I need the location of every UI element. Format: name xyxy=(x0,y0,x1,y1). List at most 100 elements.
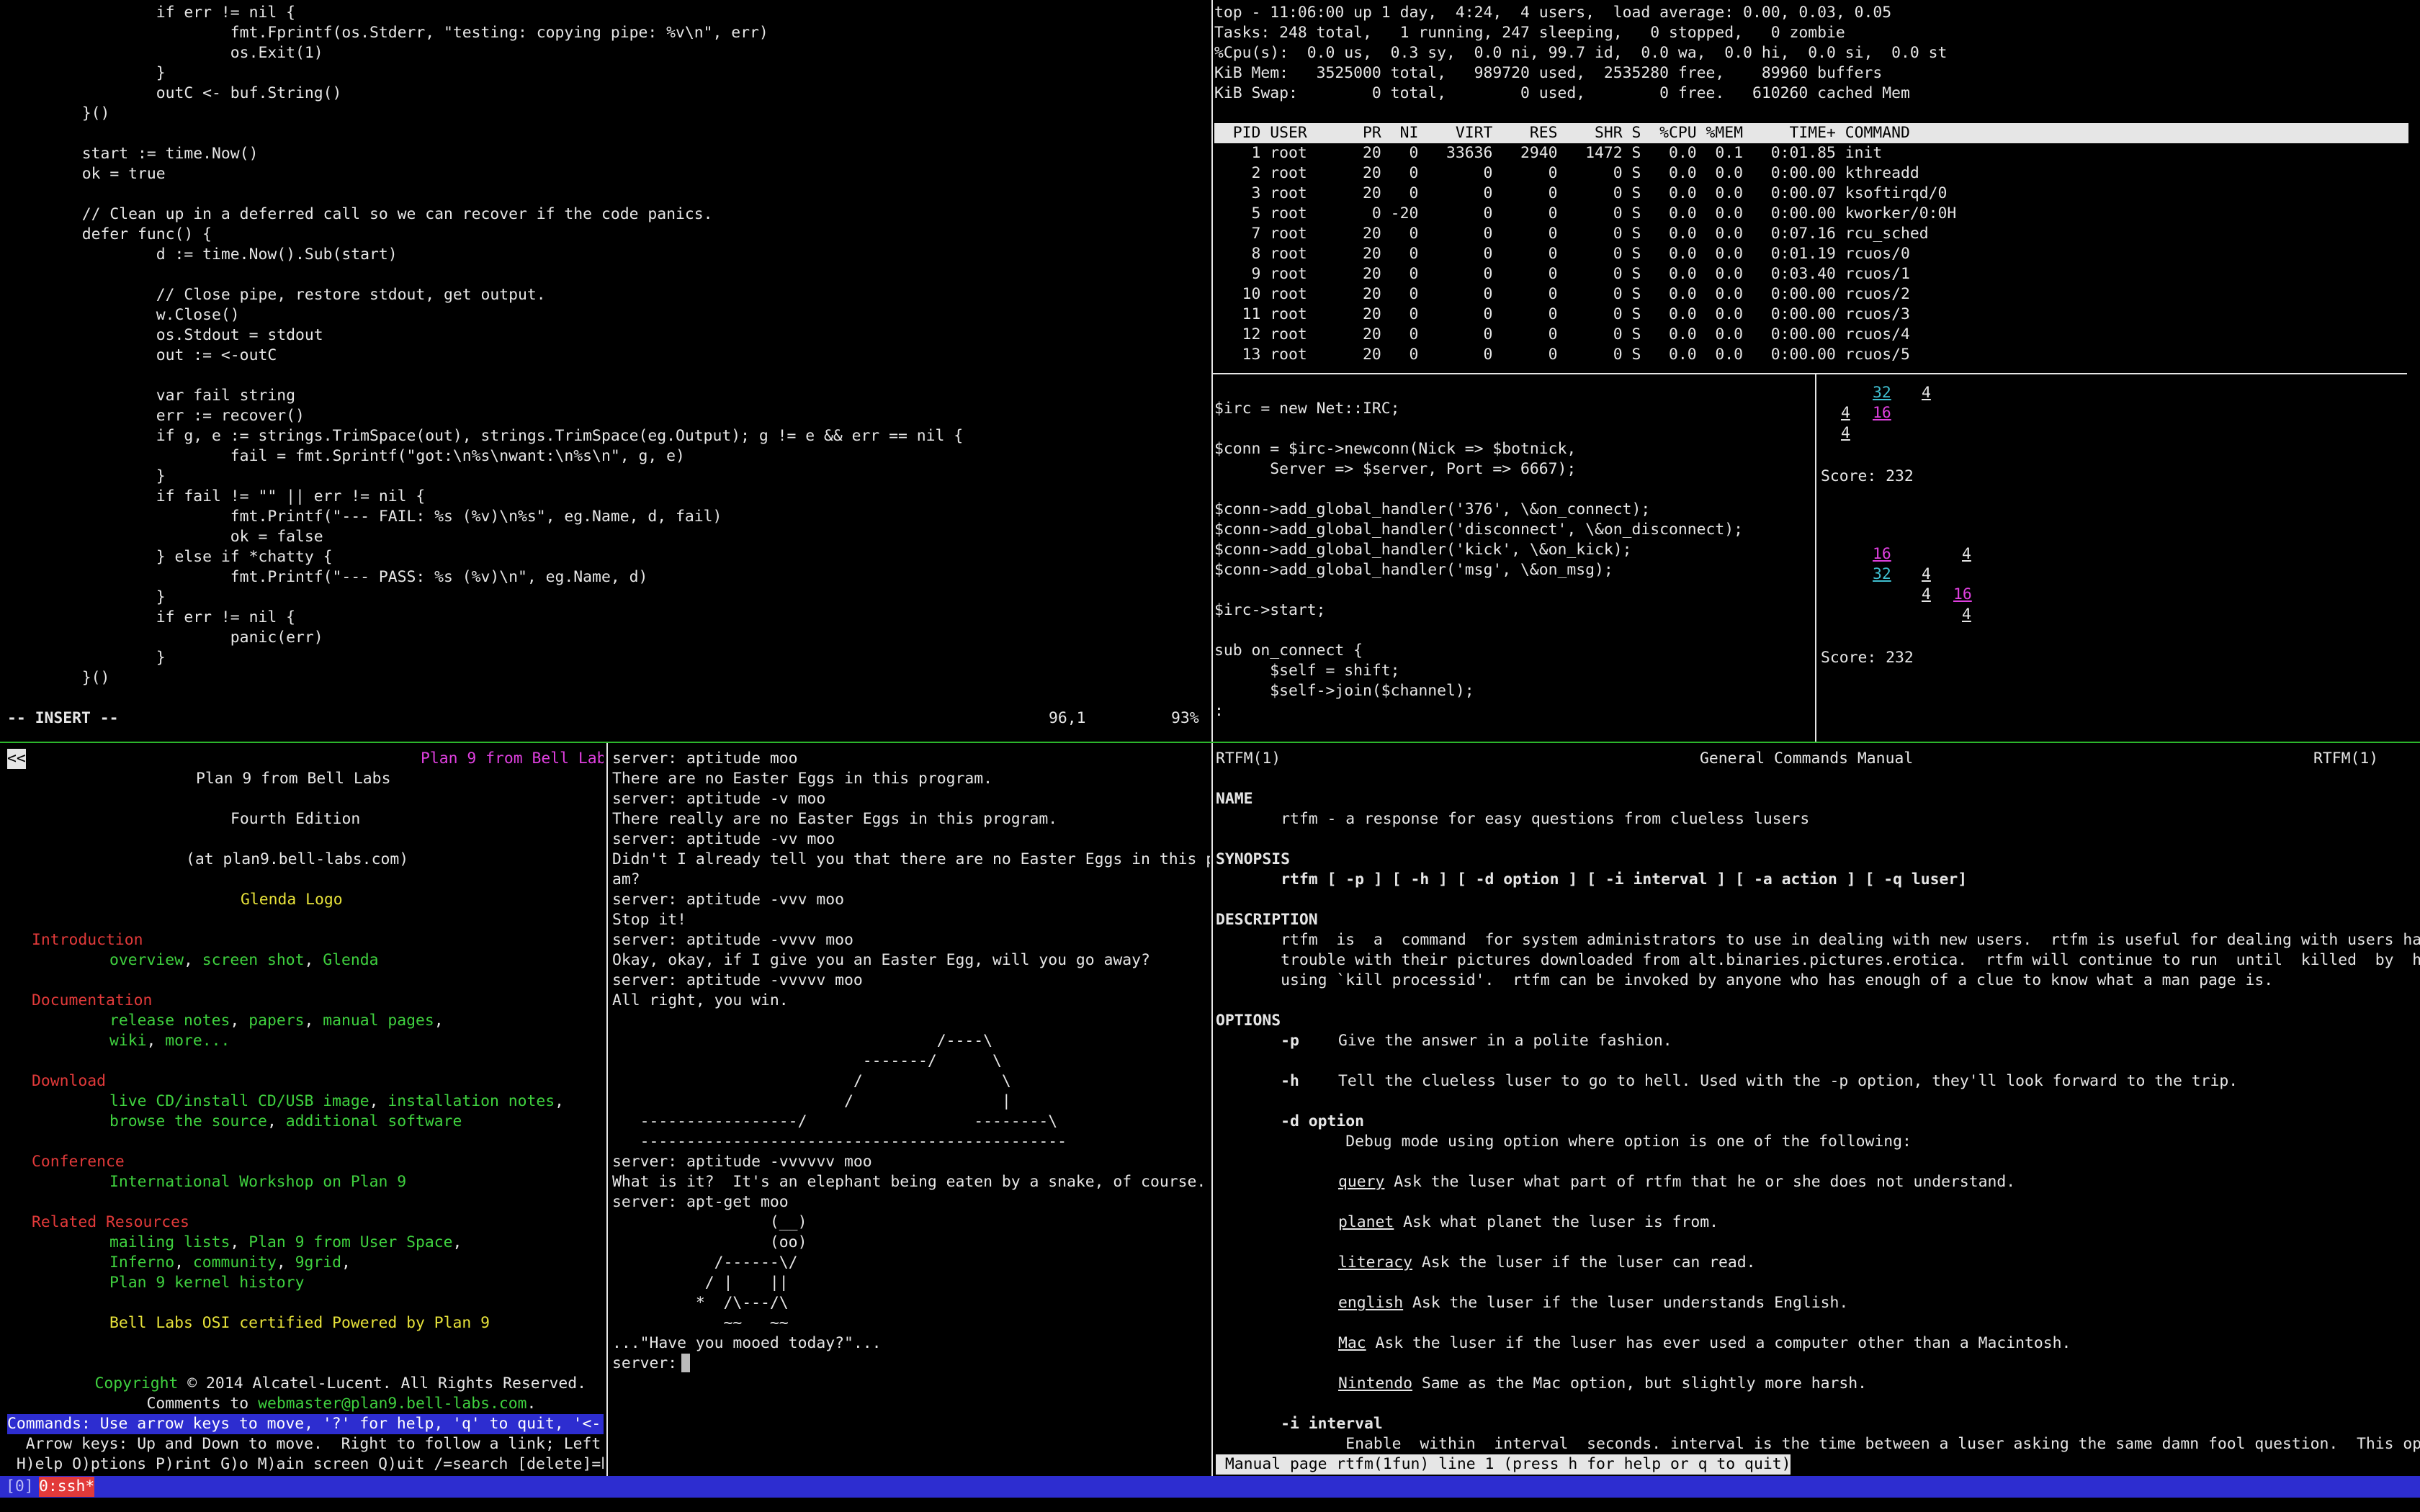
lynx-link-row: International Workshop on Plan 9 xyxy=(109,1172,406,1192)
tmux-window-ssh[interactable]: 0:ssh* xyxy=(39,1477,95,1497)
man-opt-h-text: Tell the clueless luser to go to hell. U… xyxy=(1338,1072,2238,1090)
lynx-separator: , xyxy=(434,1012,444,1030)
lynx-separator: , xyxy=(369,1092,388,1110)
man-opt-p-flag: -p xyxy=(1216,1032,1299,1050)
lynx-link[interactable]: International Workshop on Plan 9 xyxy=(109,1173,406,1191)
lynx-link[interactable]: more... xyxy=(165,1032,230,1050)
top-summary-line: top - 11:06:00 up 1 day, 4:24, 4 users, … xyxy=(1214,4,1892,22)
aptitude-line: ~~ ~~ xyxy=(612,1314,789,1332)
aptitude-line: server: aptitude -vvvvvv moo xyxy=(612,1153,872,1171)
lynx-link[interactable]: community xyxy=(193,1254,277,1272)
man-desc-line-2: trouble with their pictures downloaded f… xyxy=(1216,951,2420,969)
aptitude-line: (oo) xyxy=(612,1233,807,1251)
tmux-session[interactable]: [0] xyxy=(6,1477,34,1497)
lynx-link[interactable]: installation notes xyxy=(387,1092,555,1110)
back-link[interactable]: << xyxy=(7,749,26,769)
top-process-row: 11 root 20 0 0 0 0 S 0.0 0.0 0:00.00 rcu… xyxy=(1214,305,1910,323)
divider-game-vertical[interactable] xyxy=(1815,374,1816,743)
lynx-pane[interactable]: << Plan 9 from Bell Labs Plan 9 from Bel… xyxy=(0,746,604,1476)
game-pane[interactable]: 32 4 4 16 4 16 4 32 4 4 16 4 Score: 232 Score: 232 xyxy=(1819,376,2420,732)
man-header-left: RTFM(1) xyxy=(1216,750,1281,768)
divider-top-vertical[interactable] xyxy=(1211,0,1213,743)
aptitude-line: ----------------------------------------… xyxy=(612,1133,1067,1151)
vim-code-line: os.Exit(1) xyxy=(63,44,323,62)
divider-middle-horizontal[interactable] xyxy=(0,742,2420,743)
osi-line[interactable]: Bell Labs OSI certified Powered by Plan … xyxy=(109,1313,490,1333)
top-process-row: 13 root 20 0 0 0 0 S 0.0 0.0 0:00.00 rcu… xyxy=(1214,346,1910,364)
aptitude-line: Stop it! xyxy=(612,911,687,929)
perl-code-line: $irc = new Net::IRC; xyxy=(1214,400,1400,418)
lynx-separator: , xyxy=(266,1112,286,1130)
vim-code-line: os.Stdout = stdout xyxy=(63,326,323,344)
lynx-command-bar: Commands: Use arrow keys to move, '?' fo… xyxy=(7,1414,604,1434)
game-tile: 4 xyxy=(1922,565,1931,583)
lynx-link[interactable]: browse the source xyxy=(109,1112,267,1130)
man-opt-i-flag: -i interval xyxy=(1216,1415,1383,1433)
lynx-link[interactable]: wiki xyxy=(109,1032,147,1050)
game-score: Score: 232 xyxy=(1821,467,1914,485)
man-debug-option-key: Mac xyxy=(1338,1334,1366,1352)
top-process-row: 12 root 20 0 0 0 0 S 0.0 0.0 0:00.00 rcu… xyxy=(1214,325,1910,343)
lynx-edition: Fourth Edition xyxy=(230,810,361,828)
lynx-separator: , xyxy=(174,1254,193,1272)
lynx-link[interactable]: Inferno xyxy=(109,1254,174,1272)
lynx-link[interactable]: additional software xyxy=(286,1112,462,1130)
lynx-link[interactable]: Plan 9 kernel history xyxy=(109,1274,304,1292)
perl-code-line: $conn = $irc->newconn(Nick => $botnick, xyxy=(1214,440,1577,458)
divider-right-horizontal[interactable] xyxy=(1211,373,2407,374)
vim-code-line: fail = fmt.Sprintf("got:\n%s\nwant:\n%s\… xyxy=(63,447,685,465)
vim-mode: -- INSERT -- xyxy=(7,709,119,727)
webmaster-email-link[interactable]: webmaster@plan9.bell-labs.com xyxy=(258,1395,526,1413)
lynx-link[interactable]: 9grid xyxy=(295,1254,341,1272)
aptitude-line: There are no Easter Eggs in this program… xyxy=(612,770,993,788)
top-process-row: 5 root 0 -20 0 0 0 S 0.0 0.0 0:00.00 kwo… xyxy=(1214,204,1957,222)
perl-pane[interactable]: $irc = new Net::IRC;$conn = $irc->newcon… xyxy=(1214,376,1815,732)
top-summary-line: KiB Mem: 3525000 total, 989720 used, 253… xyxy=(1214,64,1883,82)
man-debug-option-key: planet xyxy=(1338,1213,1394,1231)
top-column-header: PID USER PR NI VIRT RES SHR S %CPU %MEM … xyxy=(1214,123,2408,143)
man-debug-option: Mac Ask the luser if the luser has ever … xyxy=(1338,1333,2071,1354)
top-summary-line: %Cpu(s): 0.0 us, 0.3 sy, 0.0 ni, 99.7 id… xyxy=(1214,44,1948,62)
lynx-link[interactable]: release notes xyxy=(109,1012,230,1030)
lynx-link-row: Inferno, community, 9grid, xyxy=(109,1253,351,1273)
lynx-link[interactable]: manual pages xyxy=(323,1012,434,1030)
aptitude-line: server: aptitude -vvv moo xyxy=(612,891,844,909)
lynx-link[interactable]: overview xyxy=(109,951,184,969)
top-process-row: 1 root 20 0 33636 2940 1472 S 0.0 0.1 0:… xyxy=(1214,144,1883,162)
man-debug-option-text: Ask the luser if the luser can read. xyxy=(1412,1254,1756,1272)
lynx-link-row: live CD/install CD/USB image, installati… xyxy=(109,1092,564,1112)
divider-bottom-vertical-2[interactable] xyxy=(1211,743,1213,1476)
lynx-link[interactable]: live CD/install CD/USB image xyxy=(109,1092,369,1110)
top-pane[interactable]: top - 11:06:00 up 1 day, 4:24, 4 users, … xyxy=(1214,0,2420,367)
lynx-link[interactable]: Plan 9 from User Space xyxy=(248,1233,452,1251)
game-tile: 4 xyxy=(1841,424,1850,442)
aptitude-line: server: aptitude -vvvvv moo xyxy=(612,971,863,989)
lynx-link[interactable]: Glenda xyxy=(323,951,378,969)
lynx-link[interactable]: papers xyxy=(248,1012,304,1030)
man-debug-option: query Ask the luser what part of rtfm th… xyxy=(1338,1172,2015,1192)
man-opt-h-flag: -h xyxy=(1216,1072,1299,1090)
perl-code-line: $conn->add_global_handler('376', \&on_co… xyxy=(1214,500,1651,518)
man-synopsis-heading: SYNOPSIS xyxy=(1216,850,1291,868)
man-debug-option-text: Ask the luser what part of rtfm that he … xyxy=(1384,1173,2016,1191)
lynx-section-heading: Download xyxy=(32,1072,107,1090)
lynx-link[interactable]: mailing lists xyxy=(109,1233,230,1251)
lynx-separator: , xyxy=(276,1254,295,1272)
game-score-2: Score: 232 xyxy=(1821,649,1914,667)
man-desc-line-3: using `kill processid'. rtfm can be invo… xyxy=(1216,971,2274,989)
vim-code-line: out := <-outC xyxy=(63,346,277,364)
aptitude-pane[interactable]: server: aptitude moo There are no Easter … xyxy=(611,746,1210,1476)
glenda-logo-link[interactable]: Glenda Logo xyxy=(241,890,343,910)
vim-pane[interactable]: if err != nil { fmt.Fprintf(os.Stderr, "… xyxy=(0,0,1210,742)
lynx-link-row: wiki, more... xyxy=(109,1031,230,1051)
man-debug-option-text: Same as the Mac option, but slightly mor… xyxy=(1412,1374,1868,1392)
man-pane[interactable]: RTFM(1) General Commands Manual RTFM(1) … xyxy=(1214,746,2420,1476)
vim-code-line: } xyxy=(63,649,166,667)
vim-code-line: d := time.Now().Sub(start) xyxy=(63,246,398,264)
lynx-separator: , xyxy=(146,1032,166,1050)
divider-bottom-vertical-1[interactable] xyxy=(606,743,608,1476)
lynx-link[interactable]: screen shot xyxy=(202,951,305,969)
aptitude-line: -----------------/ --------\ xyxy=(612,1112,1058,1130)
lynx-separator: , xyxy=(555,1092,565,1110)
aptitude-line: / | || xyxy=(612,1274,789,1292)
